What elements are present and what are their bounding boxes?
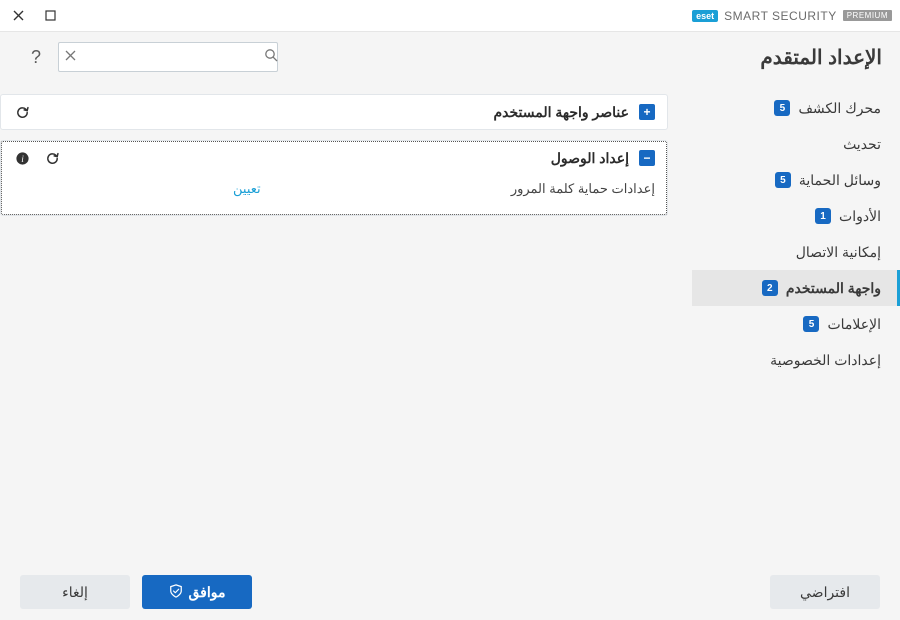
sidebar-badge: 5 bbox=[774, 100, 790, 116]
sidebar-item-tools[interactable]: الأدوات 1 bbox=[692, 198, 900, 234]
maximize-icon[interactable] bbox=[40, 6, 60, 26]
sidebar: محرك الكشف 5 تحديث وسائل الحماية 5 الأدو… bbox=[692, 82, 900, 564]
cancel-button[interactable]: إلغاء bbox=[20, 575, 130, 609]
brand-text: SMART SECURITY bbox=[724, 9, 837, 23]
sidebar-item-notifications[interactable]: الإعلامات 5 bbox=[692, 306, 900, 342]
sidebar-item-update[interactable]: تحديث bbox=[692, 126, 900, 162]
shield-icon bbox=[169, 584, 183, 601]
brand-badge: eset bbox=[692, 10, 718, 22]
svg-text:i: i bbox=[21, 154, 24, 164]
set-password-link[interactable]: تعيين bbox=[233, 181, 261, 197]
panel-access-setup: − إعداد الوصول i إعدادات حماية كلمة المر… bbox=[0, 140, 668, 216]
footer: افتراضي موافق إلغاء bbox=[0, 564, 900, 620]
panel-body: إعدادات حماية كلمة المرور تعيين bbox=[1, 175, 667, 215]
setting-row-password-protection: إعدادات حماية كلمة المرور تعيين bbox=[13, 175, 655, 203]
sidebar-item-connectivity[interactable]: إمكانية الاتصال bbox=[692, 234, 900, 270]
brand-premium: PREMIUM bbox=[843, 10, 892, 21]
default-button[interactable]: افتراضي bbox=[770, 575, 880, 609]
close-icon[interactable] bbox=[8, 6, 28, 26]
sidebar-item-user-interface[interactable]: واجهة المستخدم 2 bbox=[692, 270, 900, 306]
page-title: الإعداد المتقدم bbox=[760, 45, 882, 70]
sidebar-item-label: إمكانية الاتصال bbox=[796, 244, 881, 261]
sidebar-item-protections[interactable]: وسائل الحماية 5 bbox=[692, 162, 900, 198]
button-label: إلغاء bbox=[62, 584, 88, 601]
panel-header-ui-elements[interactable]: + عناصر واجهة المستخدم bbox=[1, 95, 667, 129]
setting-label: إعدادات حماية كلمة المرور bbox=[511, 181, 655, 197]
sidebar-item-label: إعدادات الخصوصية bbox=[770, 352, 881, 369]
sidebar-item-label: تحديث bbox=[843, 136, 881, 153]
reset-icon[interactable] bbox=[43, 149, 61, 167]
brand: eset SMART SECURITY PREMIUM bbox=[692, 9, 892, 23]
search-input[interactable] bbox=[76, 50, 264, 65]
help-icon[interactable]: ? bbox=[24, 47, 48, 68]
titlebar: eset SMART SECURITY PREMIUM bbox=[0, 0, 900, 32]
search-icon[interactable] bbox=[264, 48, 278, 67]
sidebar-badge: 2 bbox=[762, 280, 778, 296]
button-label: موافق bbox=[189, 584, 226, 601]
sidebar-badge: 5 bbox=[803, 316, 819, 332]
sidebar-item-detection-engine[interactable]: محرك الكشف 5 bbox=[692, 90, 900, 126]
content: + عناصر واجهة المستخدم − إعداد الوصول bbox=[0, 82, 692, 564]
collapse-icon[interactable]: − bbox=[639, 150, 655, 166]
sidebar-item-label: واجهة المستخدم bbox=[786, 280, 881, 297]
clear-search-icon[interactable] bbox=[65, 48, 76, 66]
reset-icon[interactable] bbox=[13, 103, 31, 121]
panel-title: عناصر واجهة المستخدم bbox=[493, 104, 629, 121]
sidebar-item-privacy-settings[interactable]: إعدادات الخصوصية bbox=[692, 342, 900, 378]
body: محرك الكشف 5 تحديث وسائل الحماية 5 الأدو… bbox=[0, 82, 900, 564]
sidebar-item-label: وسائل الحماية bbox=[799, 172, 881, 189]
header: الإعداد المتقدم ? bbox=[0, 32, 900, 82]
ok-button[interactable]: موافق bbox=[142, 575, 252, 609]
sidebar-item-label: الإعلامات bbox=[827, 316, 881, 333]
panel-ui-elements: + عناصر واجهة المستخدم bbox=[0, 94, 668, 130]
panel-header-access-setup[interactable]: − إعداد الوصول i bbox=[1, 141, 667, 175]
sidebar-badge: 1 bbox=[815, 208, 831, 224]
sidebar-item-label: محرك الكشف bbox=[798, 100, 881, 117]
search-input-wrap[interactable] bbox=[58, 42, 278, 72]
sidebar-badge: 5 bbox=[775, 172, 791, 188]
expand-icon[interactable]: + bbox=[639, 104, 655, 120]
info-icon[interactable]: i bbox=[13, 149, 31, 167]
button-label: افتراضي bbox=[800, 584, 850, 601]
panel-title: إعداد الوصول bbox=[551, 150, 629, 167]
sidebar-item-label: الأدوات bbox=[839, 208, 881, 225]
